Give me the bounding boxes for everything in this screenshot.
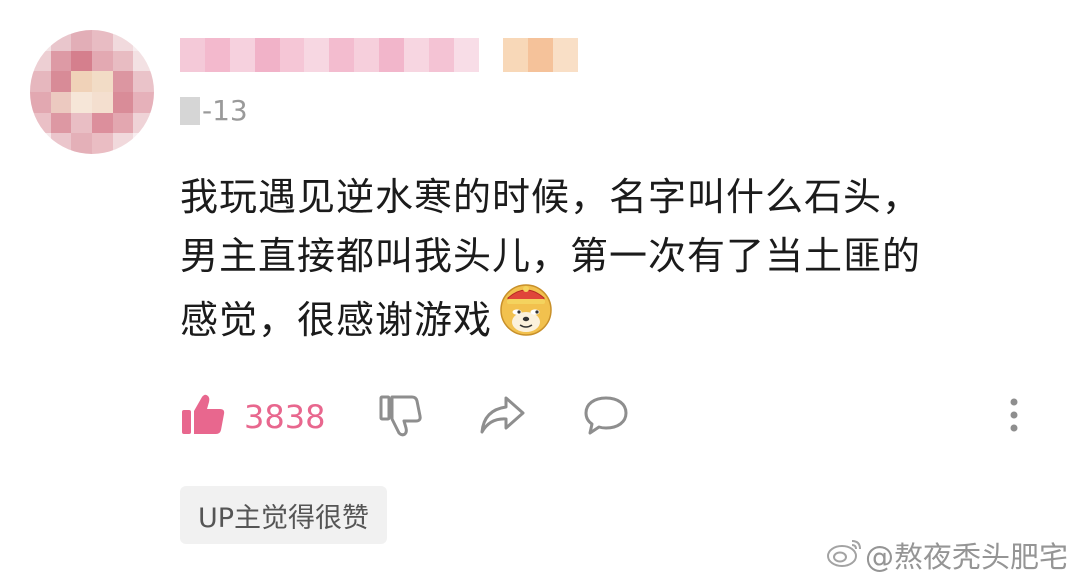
username-blurred[interactable] (180, 38, 578, 72)
comment-line-3-text: 感觉，很感谢游戏 (180, 298, 493, 342)
comment-bubble-icon (582, 392, 630, 442)
comment-line-2: 男主直接都叫我头儿，第一次有了当土匪的 (180, 234, 922, 278)
watermark-text: @熬夜秃头肥宅 (864, 540, 1068, 574)
comment-line-3: 感觉，很感谢游戏 (180, 284, 1060, 359)
comment-text: 我玩遇见逆水寒的时候，名字叫什么石头， 男主直接都叫我头儿，第一次有了当土匪的 … (180, 168, 1060, 359)
like-count: 3838 (244, 398, 326, 436)
thumbs-up-icon (180, 392, 226, 442)
up-liked-badge: UP主觉得很赞 (180, 486, 388, 544)
avatar[interactable] (30, 30, 154, 154)
reply-button[interactable] (582, 392, 630, 442)
date-text: -13 (202, 94, 248, 127)
more-vertical-icon (1002, 392, 1026, 442)
date-mask (180, 96, 200, 125)
comment-actions: 3838 (180, 392, 1040, 444)
weibo-logo-icon (825, 535, 865, 576)
share-arrow-icon (478, 392, 526, 442)
weibo-watermark: @熬夜秃头肥宅 (825, 534, 1068, 576)
more-options-button[interactable] (1002, 392, 1026, 442)
dislike-button[interactable] (378, 392, 424, 442)
doge-emoji (498, 280, 554, 353)
share-button[interactable] (478, 392, 526, 442)
thumbs-down-icon (378, 392, 424, 442)
comment-line-1: 我玩遇见逆水寒的时候，名字叫什么石头， (180, 175, 922, 219)
comment-date: -13 (180, 94, 248, 127)
like-button[interactable]: 3838 (180, 392, 325, 442)
